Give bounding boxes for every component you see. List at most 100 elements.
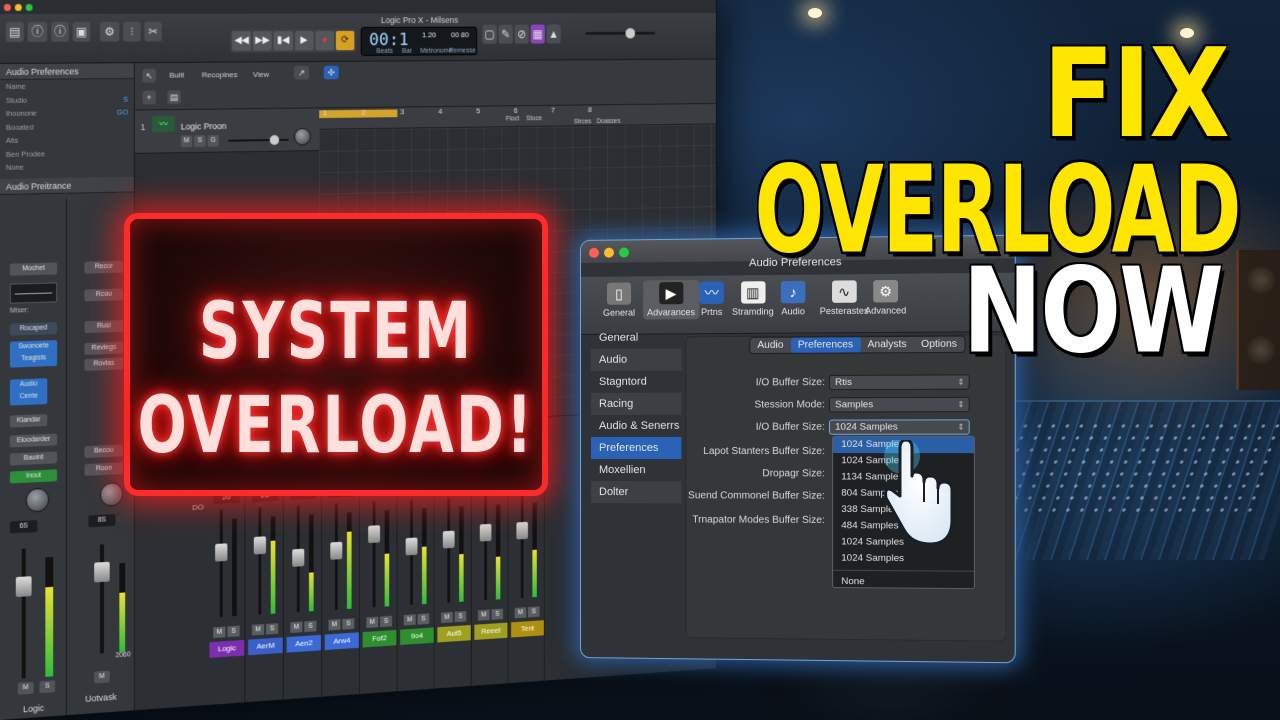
channel-label[interactable]: Tent [511,620,544,637]
edit-menu[interactable]: Built [169,71,184,80]
setting-button[interactable]: Recor [84,261,123,274]
fader-track[interactable] [220,509,223,617]
smart-controls-icon[interactable]: ⚙ [100,22,119,42]
fader-cap[interactable] [406,537,418,555]
inspector-section[interactable]: Audio Preitrance [0,176,134,194]
toolbar-tab-switch[interactable]: ▯ General [603,282,635,317]
inspector-row[interactable]: None [0,159,134,175]
view-menu[interactable]: View [253,70,269,79]
forward-icon[interactable]: ▶▶ [253,31,272,51]
inspector-row[interactable]: Name [0,79,134,94]
volume-fader-cap[interactable] [16,576,32,597]
rewind-icon[interactable]: ◀◀ [232,31,251,51]
tab-audio[interactable]: Audio [750,338,790,353]
solo-button[interactable]: S [491,609,503,620]
mute-button[interactable]: M [328,619,340,630]
automation-button[interactable]: Baoint [10,451,57,465]
mute-button[interactable]: M [441,612,453,623]
pan-knob[interactable] [100,482,123,507]
fader-track[interactable] [447,497,450,602]
channel-label[interactable]: 9o4 [400,627,434,645]
solo-button[interactable]: S [266,623,278,634]
tab-preferences[interactable]: Preferences [791,337,861,353]
fader-cap[interactable] [254,536,266,554]
fader-cap[interactable] [443,531,455,549]
play-icon[interactable]: ▶ [295,31,314,50]
lcd-display[interactable]: 00:1 1.20 00 80 Beats Bar Metronome Reme… [361,27,477,56]
track-volume-slider[interactable] [228,139,288,142]
count-in-icon[interactable]: ▦ [531,25,545,44]
group-button[interactable]: Eloodarder [10,434,57,448]
sends-slot[interactable]: Swonoete Teagists [10,340,57,368]
master-volume-slider[interactable] [585,32,655,35]
inspector-header[interactable]: Audio Preferences [0,63,134,80]
pan-button[interactable]: Klandar [10,414,47,428]
field-popup[interactable]: Rtis [829,374,970,390]
minimize-icon[interactable] [15,4,22,11]
mute-button[interactable]: M [213,626,225,638]
fader-track[interactable] [521,494,524,598]
solo-button[interactable]: S [455,611,467,622]
mute-button[interactable]: M [94,671,110,684]
track-solo-button[interactable]: S [194,135,205,147]
channel-label[interactable]: Fof2 [363,630,397,648]
editors-icon[interactable]: ✂ [144,22,161,42]
dropdown-option-none[interactable]: None [833,574,974,591]
snap-icon[interactable]: ✣ [324,66,339,80]
eq-button[interactable]: Rcou [84,288,123,301]
cycle-icon[interactable]: ⟳ [336,31,355,50]
sends-slot[interactable]: Reviegs [84,342,123,355]
library-icon[interactable]: ▤ [6,22,24,42]
back-icon[interactable]: ↖ [143,69,156,83]
toolbar-tab-guitar[interactable]: ♪ Audio [781,281,806,317]
fader-cap[interactable] [516,522,528,540]
add-track-icon[interactable]: + [143,91,156,105]
sidebar-item[interactable]: Audio [591,348,681,371]
mute-button[interactable]: M [366,617,378,628]
close-icon[interactable] [589,248,599,258]
plugin-slot[interactable]: Rusi [84,320,123,333]
pan-knob[interactable] [26,488,50,513]
toolbar-tab-play[interactable]: ▶ Advarances [643,280,699,320]
eq-display[interactable] [10,282,57,303]
track-pan-knob[interactable] [294,128,311,146]
metronome-icon[interactable]: ▲ [547,25,561,44]
close-icon[interactable] [4,4,11,11]
field-popup[interactable]: 1024 Samples [829,419,970,434]
fader-track[interactable] [484,496,487,601]
setting-button[interactable]: Mochet [10,262,57,275]
channel-label[interactable]: Reeet [474,623,507,640]
output-slot[interactable]: Rovlas [84,358,123,371]
quick-help-icon[interactable]: ⓘ [51,22,69,42]
toolbar-tab-waveform[interactable]: 〰 Prtns [700,282,724,317]
solo-button[interactable]: S [227,626,239,638]
dropdown-option[interactable]: 1024 Samples [833,550,974,567]
volume-fader-cap[interactable] [94,562,110,583]
volume-fader-track[interactable] [22,549,26,679]
solo-button[interactable]: S [528,606,540,617]
track-options-icon[interactable]: ▤ [167,90,180,104]
tab-analysts[interactable]: Analysts [860,337,914,353]
mute-button[interactable]: M [478,609,490,620]
track-input-button[interactable]: G [208,135,219,147]
inspector-icon[interactable]: ⓘ [28,22,48,42]
tuner-icon[interactable]: ⊘ [515,25,529,44]
list-icon[interactable]: ▢ [482,25,496,44]
fader-cap[interactable] [480,524,492,542]
channel-label[interactable]: Aen2 [287,635,321,653]
toolbar-tab-wave-file[interactable]: ∿ Pesterastes [820,280,869,316]
mixer-icon[interactable]: ⫶ [123,22,140,42]
channel-label[interactable]: Logic [209,640,244,658]
fader-cap[interactable] [292,549,304,567]
pencil-icon[interactable]: ✎ [499,25,513,44]
automation-button[interactable]: Roon [84,462,123,476]
go-to-start-icon[interactable]: ▮◀ [274,31,293,51]
fader-track[interactable] [373,501,376,607]
fader-cap[interactable] [368,525,380,543]
field-popup[interactable]: Samples [829,397,970,413]
sidebar-item[interactable]: General [591,326,681,349]
record-icon[interactable]: ● [315,31,334,50]
solo-button[interactable]: S [304,621,316,632]
toolbar-tab-piano[interactable]: ▥ Stramding [732,281,774,317]
fader-track[interactable] [259,507,262,614]
